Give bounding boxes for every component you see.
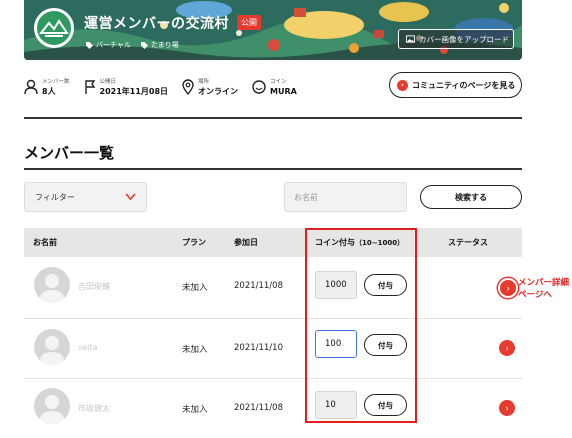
tag-label: たまり場 [150,41,179,49]
member-name: 吉田俊輔 [78,282,110,291]
member-plan: 未加入 [182,405,208,415]
member-detail-button[interactable]: › [499,400,515,416]
stat-location: 場所 オンライン [182,72,238,102]
avatar [34,267,70,303]
name-search-input[interactable] [284,182,407,212]
stat-value: 2021年11月08日 [99,86,169,96]
upload-cover-label: カバー画像をアップロード [419,34,509,44]
member-joined-date: 2021/11/10 [234,343,283,353]
avatar [34,388,70,424]
tag-item[interactable]: たまり場 [140,40,179,50]
member-detail-button[interactable]: › [500,280,516,296]
stat-label: 公開日 [99,78,117,85]
tag-label: バーチャル [96,41,131,49]
tag-list: バーチャル たまり場 [86,40,179,50]
view-community-page-button[interactable]: › コミュニティのページを見る [389,72,522,98]
member-name: seita [78,343,98,352]
member-plan: 未加入 [182,283,208,293]
location-pin-icon [182,79,194,95]
view-community-page-label: コミュニティのページを見る [412,80,516,90]
row-divider [24,318,522,319]
member-joined-date: 2021/11/08 [234,403,283,413]
stat-label: メンバー数 [42,78,70,85]
coin-amount-input[interactable] [315,330,357,358]
stat-published: 公開日 2021年11月08日 [84,72,169,102]
chevron-right-icon: › [397,79,408,91]
chevron-down-icon [125,193,136,201]
avatar [34,329,70,365]
tag-item[interactable]: バーチャル [86,40,131,50]
member-detail-button[interactable]: › [499,340,515,356]
column-header-status: ステータス [448,238,488,247]
community-logo [34,8,74,48]
tag-icon [140,41,148,49]
public-badge: 公開 [237,15,261,30]
row-divider [24,378,522,379]
stat-label: 場所 [198,78,210,85]
coin-amount-input[interactable] [315,271,357,299]
member-plan: 未加入 [182,345,208,355]
person-icon [24,79,38,95]
member-table-header: お名前 プラン 参加日 コイン付与（10~1000） ステータス [24,228,522,257]
stat-value: 8人 [42,86,56,96]
divider [24,117,522,119]
coin-amount-input[interactable] [315,391,357,419]
community-title: 運営メンバーの交流村 [84,16,229,32]
coin-icon [252,80,266,94]
column-header-coin-label: コイン付与 [315,238,355,247]
give-coin-button[interactable]: 付与 [364,394,407,416]
stat-value: MURA [270,86,297,96]
stat-members: メンバー数 8人 [24,72,70,102]
cover-banner: 運営メンバーの交流村 公開 バーチャル たまり場 カバー画像をアップロード [24,0,522,60]
stat-label: コイン [270,78,287,85]
member-name: 市坂健太 [78,404,110,413]
annotation-line: メンバー詳細 [518,278,570,288]
tag-icon [86,41,93,49]
annotation-line: ページへ [518,290,552,300]
community-stats: メンバー数 8人 公開日 2021年11月08日 場所 オンライン コイン MU… [24,72,311,102]
give-coin-button[interactable]: 付与 [364,334,407,356]
search-button[interactable]: 検索する [420,185,522,209]
flag-icon [84,80,95,94]
column-header-coin: コイン付与（10~1000） [315,237,404,248]
detail-page-annotation: メンバー詳細 ページへ [518,277,569,301]
column-header-name: お名前 [33,238,57,247]
page-title: メンバー一覧 [24,144,115,162]
give-coin-button[interactable]: 付与 [364,274,407,296]
stat-value: オンライン [198,86,239,96]
filter-label: フィルター [35,192,75,202]
upload-cover-button[interactable]: カバー画像をアップロード [398,29,514,49]
image-icon [406,35,415,43]
filter-select[interactable]: フィルター [24,182,147,212]
column-header-coin-range: （10~1000） [355,239,405,247]
column-header-plan: プラン [182,238,206,247]
divider [24,168,522,170]
column-header-joined: 参加日 [234,238,258,247]
stat-coin: コイン MURA [252,72,297,102]
member-joined-date: 2021/11/08 [234,281,283,291]
